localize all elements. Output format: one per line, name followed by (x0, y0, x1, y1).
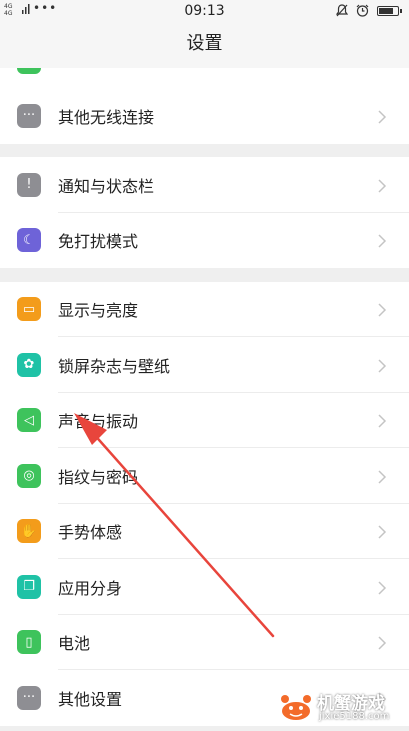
notification-icon: ! (17, 172, 41, 197)
settings-row-label: 指纹与密码 (58, 467, 139, 487)
flower-icon: ✿ (17, 352, 41, 377)
watermark: 机蟹游戏 jixie5188.com (277, 687, 407, 727)
chevron-right-icon (377, 358, 387, 373)
more-dots-icon: ··· (17, 103, 41, 128)
settings-group-1: ! 通知与状态栏 ☾ 免打扰模式 (0, 157, 409, 268)
settings-row-label: 其他设置 (58, 689, 123, 709)
group-divider (0, 268, 409, 282)
partial-icon (17, 68, 41, 74)
chevron-right-icon (377, 580, 387, 595)
hand-icon: ✋ (17, 519, 41, 544)
settings-row[interactable]: ◁ 声音与振动 (0, 392, 409, 448)
settings-row-label: 显示与亮度 (58, 301, 139, 321)
settings-row-label: 通知与状态栏 (58, 176, 155, 196)
battery-icon: ▯ (17, 630, 41, 655)
settings-row-label: 手势体感 (58, 523, 123, 543)
settings-group-0: ··· 其他无线连接 (0, 88, 409, 144)
settings-row[interactable]: ◎ 指纹与密码 (0, 448, 409, 504)
alarm-icon (356, 4, 369, 17)
crab-logo-icon (281, 695, 311, 720)
settings-row-label: 免打扰模式 (58, 232, 139, 252)
moon-icon: ☾ (17, 228, 41, 253)
chevron-right-icon (377, 233, 387, 248)
settings-group-2: ▭ 显示与亮度 ✿ 锁屏杂志与壁纸 ◁ 声音与振动 ◎ 指纹与密码 ✋ 手势体感 ❐ 应用分身 ▯ 电池 ·… (0, 281, 409, 726)
settings-row[interactable]: ▯ 电池 (0, 614, 409, 670)
chevron-right-icon (377, 635, 387, 650)
chevron-right-icon (377, 469, 387, 484)
chevron-right-icon (377, 413, 387, 428)
watermark-url: jixie5188.com (319, 711, 390, 722)
group-divider (0, 143, 409, 157)
settings-row-label: 电池 (58, 634, 91, 654)
chevron-right-icon (377, 109, 387, 124)
more-dots-icon: ··· (17, 685, 41, 710)
title-bar: 设置 (0, 24, 409, 68)
settings-row[interactable]: ▭ 显示与亮度 (0, 281, 409, 337)
settings-row-label: 应用分身 (58, 578, 123, 598)
status-bar: 4G 4G ••• 09:13 (0, 0, 409, 24)
partial-row-top (0, 68, 409, 88)
battery-icon (377, 5, 402, 16)
clone-app-icon: ❐ (17, 574, 41, 599)
page-title: 设置 (186, 33, 223, 54)
chevron-right-icon (377, 178, 387, 193)
chevron-right-icon (377, 524, 387, 539)
settings-row[interactable]: ☾ 免打扰模式 (0, 212, 409, 268)
fingerprint-icon: ◎ (17, 463, 41, 488)
settings-row[interactable]: ❐ 应用分身 (0, 559, 409, 615)
settings-row-label: 锁屏杂志与壁纸 (58, 356, 171, 376)
chevron-right-icon (377, 302, 387, 317)
settings-row[interactable]: ··· 其他无线连接 (0, 88, 409, 144)
display-icon: ▭ (17, 297, 41, 322)
settings-row[interactable]: ✋ 手势体感 (0, 503, 409, 559)
speaker-icon: ◁ (17, 408, 41, 433)
settings-row[interactable]: ✿ 锁屏杂志与壁纸 (0, 337, 409, 393)
settings-row[interactable]: ! 通知与状态栏 (0, 157, 409, 213)
settings-row-label: 其他无线连接 (58, 107, 155, 127)
settings-row-label: 声音与振动 (58, 412, 139, 432)
mute-icon (336, 4, 348, 17)
